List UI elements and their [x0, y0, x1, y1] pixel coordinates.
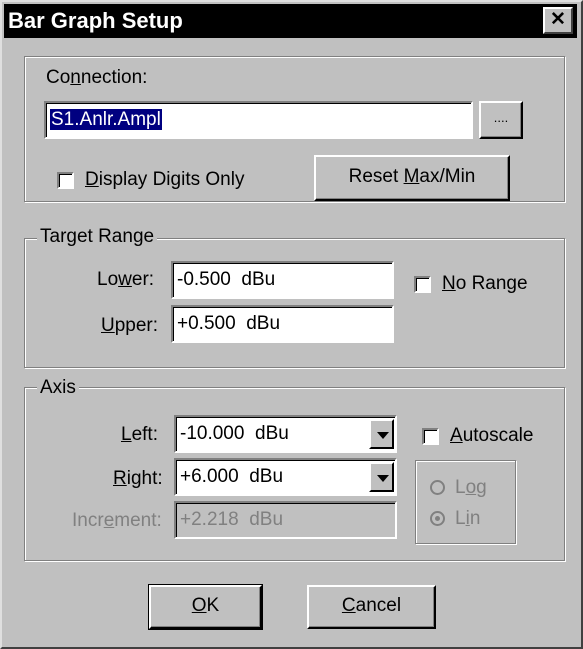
autoscale-checkbox[interactable]: [422, 428, 439, 445]
increment-label: Increment:: [72, 510, 162, 531]
no-range-checkbox[interactable]: [414, 276, 431, 293]
right-select[interactable]: +6.000 dBu: [174, 458, 397, 496]
close-button[interactable]: ✕: [543, 7, 573, 34]
chevron-down-icon: [371, 421, 392, 447]
lower-input[interactable]: -0.500 dBu: [171, 261, 394, 299]
autoscale-label[interactable]: Autoscale: [450, 424, 533, 448]
axis-legend: Axis: [37, 377, 79, 399]
target-range-panel: [24, 238, 565, 368]
lin-radio: [430, 511, 445, 526]
left-label: Left:: [121, 424, 158, 445]
increment-input: +2.218 dBu: [174, 501, 397, 539]
connection-input[interactable]: S1.Anlr.Ampl: [44, 101, 473, 139]
left-dropdown-button[interactable]: [369, 419, 394, 449]
ok-button[interactable]: OK: [148, 584, 263, 630]
upper-label: Upper:: [101, 315, 159, 336]
display-digits-label[interactable]: Display Digits Only: [85, 168, 244, 192]
lin-label: Lin: [455, 508, 481, 529]
reset-max-min-button[interactable]: Reset Max/Min: [314, 155, 510, 201]
target-range-legend: Target Range: [37, 226, 158, 248]
left-select[interactable]: -10.000 dBu: [174, 415, 397, 453]
log-label: Log: [455, 477, 487, 498]
close-icon: ✕: [550, 9, 566, 30]
upper-input[interactable]: +0.500 dBu: [171, 305, 394, 343]
lower-label: Lower:: [97, 269, 155, 290]
dialog-title: Bar Graph Setup: [8, 8, 183, 33]
right-label: Right:: [113, 468, 163, 489]
cancel-button[interactable]: Cancel: [307, 585, 436, 629]
display-digits-checkbox[interactable]: [57, 172, 74, 189]
title-bar[interactable]: Bar Graph Setup: [4, 4, 577, 38]
no-range-label[interactable]: No Range: [442, 272, 528, 296]
right-dropdown-button[interactable]: [369, 462, 394, 492]
scale-group: [415, 460, 516, 544]
browse-button[interactable]: ....: [479, 101, 523, 139]
log-radio: [430, 480, 445, 495]
chevron-down-icon: [371, 464, 392, 490]
connection-label: Connection:: [46, 67, 148, 88]
